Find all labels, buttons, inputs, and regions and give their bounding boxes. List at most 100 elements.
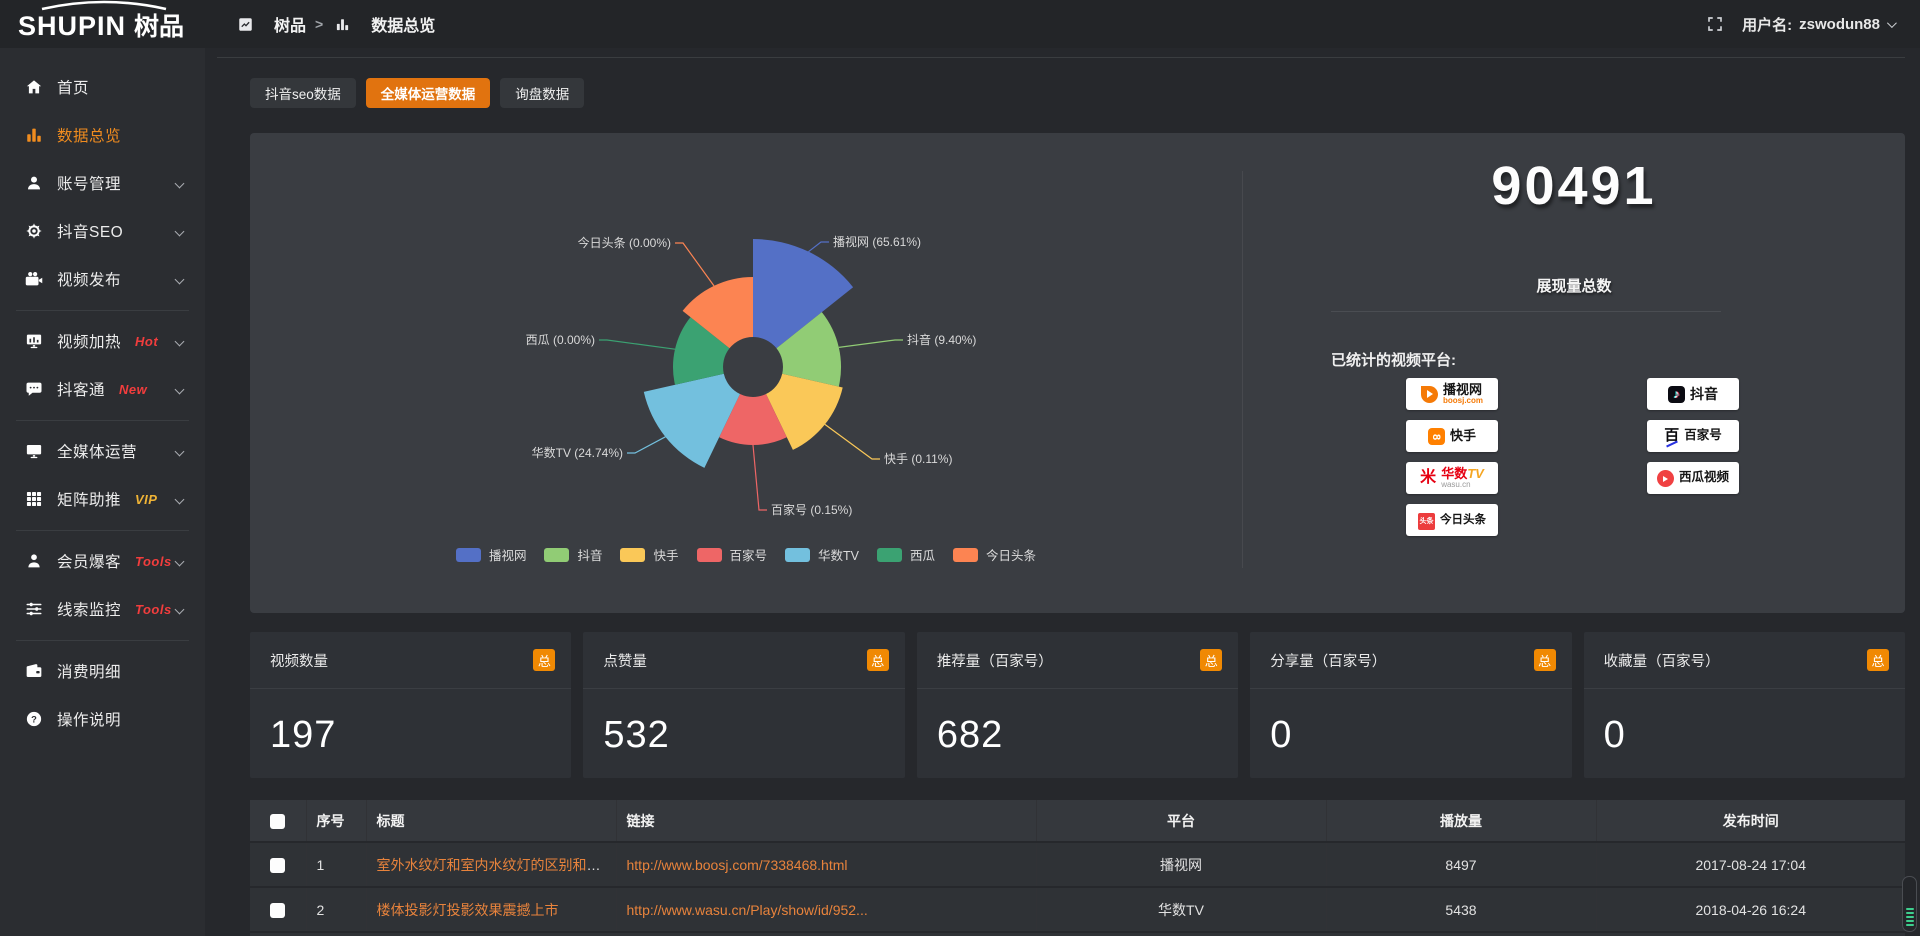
douyin-icon: ♪: [1668, 385, 1685, 403]
col-header-link: 链接: [616, 800, 1036, 842]
scroll-indicator[interactable]: [1902, 876, 1917, 932]
bar-chart-icon: [332, 17, 352, 32]
tab-all-media-data[interactable]: 全媒体运营数据: [366, 78, 491, 108]
tab-bar: 抖音seo数据全媒体运营数据询盘数据: [250, 78, 584, 108]
platform-badge-text: 今日头条: [1440, 514, 1486, 526]
sidebar-item-clue-monitor[interactable]: 线索监控 Tools: [0, 585, 205, 633]
chevron-down-icon: [1887, 18, 1897, 28]
total-badge: 总: [867, 649, 889, 671]
chevron-down-icon: [175, 604, 185, 614]
row-checkbox[interactable]: [270, 903, 285, 918]
boosj-icon: [1421, 385, 1438, 403]
stat-card-header: 视频数量总: [250, 632, 571, 689]
stat-card-share-count: 分享量（百家号）总0: [1250, 632, 1571, 778]
legend-item-3[interactable]: 百家号: [697, 545, 768, 564]
sidebar-item-label: 线索监控: [57, 598, 121, 620]
sidebar-item-video-publish[interactable]: 视频发布: [0, 255, 205, 303]
sidebar-item-label: 会员爆客: [57, 550, 121, 572]
stat-card-value: 0: [1604, 714, 1626, 757]
tab-douyin-seo-data[interactable]: 抖音seo数据: [250, 78, 356, 108]
chat-bubble-icon: [24, 380, 44, 398]
sidebar-item-data-overview[interactable]: 数据总览: [0, 111, 205, 159]
pie-label-line: [675, 243, 714, 286]
fullscreen-icon[interactable]: [1706, 15, 1724, 33]
platform-name: 百家号: [1684, 429, 1722, 442]
legend-item-4[interactable]: 华数TV: [785, 545, 859, 564]
app-logo[interactable]: SHUPIN 树品: [0, 0, 205, 49]
chevron-down-icon: [175, 494, 185, 504]
row-checkbox[interactable]: [270, 858, 285, 873]
video-url-link[interactable]: http://www.wasu.cn/Play/show/id/952...: [627, 902, 868, 918]
select-all-checkbox[interactable]: [270, 814, 285, 829]
sidebar-item-home[interactable]: 首页: [0, 63, 205, 111]
sidebar-item-video-heat[interactable]: 视频加热Hot: [0, 317, 205, 365]
sidebar-item-account-management[interactable]: 账号管理: [0, 159, 205, 207]
legend-item-0[interactable]: 播视网: [456, 545, 527, 564]
sidebar-item-tag: Tools: [135, 602, 172, 617]
table-row: 2 楼体投影灯投影效果震撼上市 http://www.wasu.cn/Play/sh…: [250, 887, 1905, 932]
wasu-icon: 米: [1420, 469, 1436, 487]
legend-item-2[interactable]: 快手: [620, 545, 678, 564]
video-title-link[interactable]: 楼体投影灯投影效果震撼上市: [377, 902, 559, 918]
platform-badges-right: ♪抖音百百家号西瓜视频: [1647, 378, 1739, 494]
sidebar-item-consume-detail[interactable]: 消费明细: [0, 647, 205, 695]
pie-label-line: [599, 340, 675, 349]
tab-inquiry-data[interactable]: 询盘数据: [500, 78, 584, 108]
sidebar-item-label: 抖客通: [57, 378, 105, 400]
logo-graphic: SHUPIN 树品: [12, 0, 202, 44]
videos-table: 序号 标题 链接 平台 播放量 发布时间 1室外水纹灯和室内水纹灯的区别和简介h…: [250, 800, 1905, 936]
sidebar-item-douyin-seo[interactable]: 抖音SEO: [0, 207, 205, 255]
stat-card-value: 682: [937, 714, 1003, 757]
col-header-plays: 播放量: [1326, 800, 1596, 842]
pie-label-line: [753, 445, 767, 510]
user-icon: [24, 174, 44, 192]
sidebar-item-member-baoke[interactable]: 会员爆客Tools: [0, 537, 205, 585]
svg-text:?: ?: [31, 714, 37, 724]
screen-icon: [24, 332, 44, 350]
video-title-link[interactable]: 室外水纹灯和室内水纹灯的区别和简介: [377, 857, 615, 873]
pie-label-line: [839, 340, 903, 347]
user-menu[interactable]: 用户名: zswodun88: [1742, 14, 1894, 35]
stat-card-label: 推荐量（百家号）: [937, 650, 1053, 671]
row-select-cell: [250, 842, 306, 887]
total-badge: 总: [1534, 649, 1556, 671]
col-header-title: 标题: [366, 800, 616, 842]
breadcrumb-item-shupin[interactable]: 树品: [235, 12, 306, 36]
legend-swatch: [785, 548, 810, 562]
sidebar-item-matrix-boost[interactable]: 矩阵助推VIP: [0, 475, 205, 523]
stat-card-header: 收藏量（百家号）总: [1584, 632, 1905, 689]
chevron-down-icon: [175, 178, 185, 188]
breadcrumb-label: 树品: [274, 12, 306, 36]
row-plays: 5438: [1326, 887, 1596, 932]
sidebar-menu: 首页数据总览账号管理抖音SEO 视频发布视频加热Hot抖客通New 全媒体运营矩阵助…: [0, 48, 205, 743]
breadcrumb-item-data-overview[interactable]: 数据总览: [332, 12, 435, 36]
row-platform: 华数TV: [1036, 887, 1326, 932]
sidebar-item-label: 全媒体运营: [57, 440, 137, 462]
platform-subtext: wasu.cn: [1441, 481, 1484, 489]
stat-card-value: 197: [270, 714, 336, 757]
platform-badge-xigua: 西瓜视频: [1647, 462, 1739, 494]
legend-label: 快手: [653, 545, 678, 564]
legend-label: 华数TV: [818, 545, 859, 564]
total-badge: 总: [1867, 649, 1889, 671]
platform-name: 快手: [1450, 429, 1476, 443]
platform-badge-douyin: ♪抖音: [1647, 378, 1739, 410]
divider: [16, 420, 189, 421]
sidebar-item-label: 抖音SEO: [57, 220, 123, 242]
pie-slice-4[interactable]: [644, 374, 740, 468]
row-cell: [1036, 932, 1326, 936]
legend-item-5[interactable]: 西瓜: [877, 545, 935, 564]
sidebar-item-label: 操作说明: [57, 708, 121, 730]
chevron-down-icon: [175, 384, 185, 394]
row-plays: 8497: [1326, 842, 1596, 887]
legend-item-1[interactable]: 抖音: [544, 545, 602, 564]
row-no: 2: [306, 887, 366, 932]
legend-item-6[interactable]: 今日头条: [953, 545, 1036, 564]
sidebar-item-all-media-operation[interactable]: 全媒体运营: [0, 427, 205, 475]
sidebar-item-operation-guide[interactable]: ? 操作说明: [0, 695, 205, 743]
video-url-link[interactable]: http://www.boosj.com/7338468.html: [627, 857, 848, 873]
row-cell: [250, 932, 306, 936]
pie-label: 播视网 (65.61%): [833, 234, 921, 249]
pie-label: 今日头条 (0.00%): [578, 235, 671, 250]
sidebar-item-doukertong[interactable]: 抖客通New: [0, 365, 205, 413]
